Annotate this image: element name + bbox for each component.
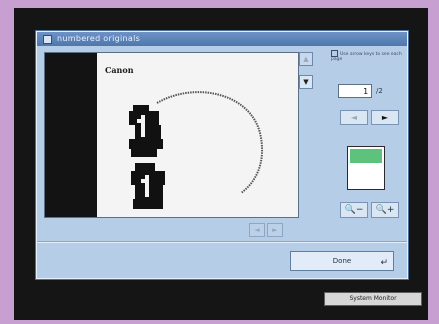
footer-divider [37, 241, 407, 242]
preview-vertical-scroll: ▲ ▼ [299, 52, 313, 216]
scroll-down-button[interactable]: ▼ [299, 75, 313, 89]
window-icon [43, 35, 52, 44]
page-preview: Canon [44, 52, 299, 218]
preview-window: numbered originals Canon ▲ ▼ ◄ ► Use arr… [36, 31, 408, 279]
done-button[interactable]: Done ↵ [290, 251, 394, 271]
zoom-in-button[interactable]: 🔍+ [371, 202, 399, 218]
scroll-up-button[interactable]: ▲ [299, 52, 313, 66]
scroll-right-button[interactable]: ► [267, 223, 283, 237]
curved-text-arc [156, 91, 264, 194]
next-page-button[interactable]: ► [371, 110, 399, 125]
page-hint-icon [331, 50, 338, 57]
thumbnail-view-area [350, 149, 382, 163]
page-thumbnail[interactable] [347, 146, 385, 190]
previous-page-button[interactable]: ◄ [340, 110, 368, 125]
page-hint-text: Use arrow keys to see each page [331, 52, 402, 62]
scroll-left-button[interactable]: ◄ [249, 223, 265, 237]
system-monitor-button[interactable]: System Monitor [324, 292, 422, 306]
numbered-glyph-one-bottom [131, 163, 165, 209]
page-hint: Use arrow keys to see each page [331, 50, 403, 62]
page-total-label: /2 [376, 87, 383, 95]
done-button-label: Done [332, 257, 352, 265]
zoom-out-button[interactable]: 🔍− [340, 202, 368, 218]
preview-artwork [129, 91, 264, 209]
enter-key-icon: ↵ [380, 258, 388, 268]
window-title: numbered originals [57, 34, 141, 43]
numbered-glyph-one-top [129, 105, 163, 157]
window-titlebar[interactable]: numbered originals [37, 32, 407, 46]
page-number-field[interactable]: 1 [338, 84, 372, 98]
